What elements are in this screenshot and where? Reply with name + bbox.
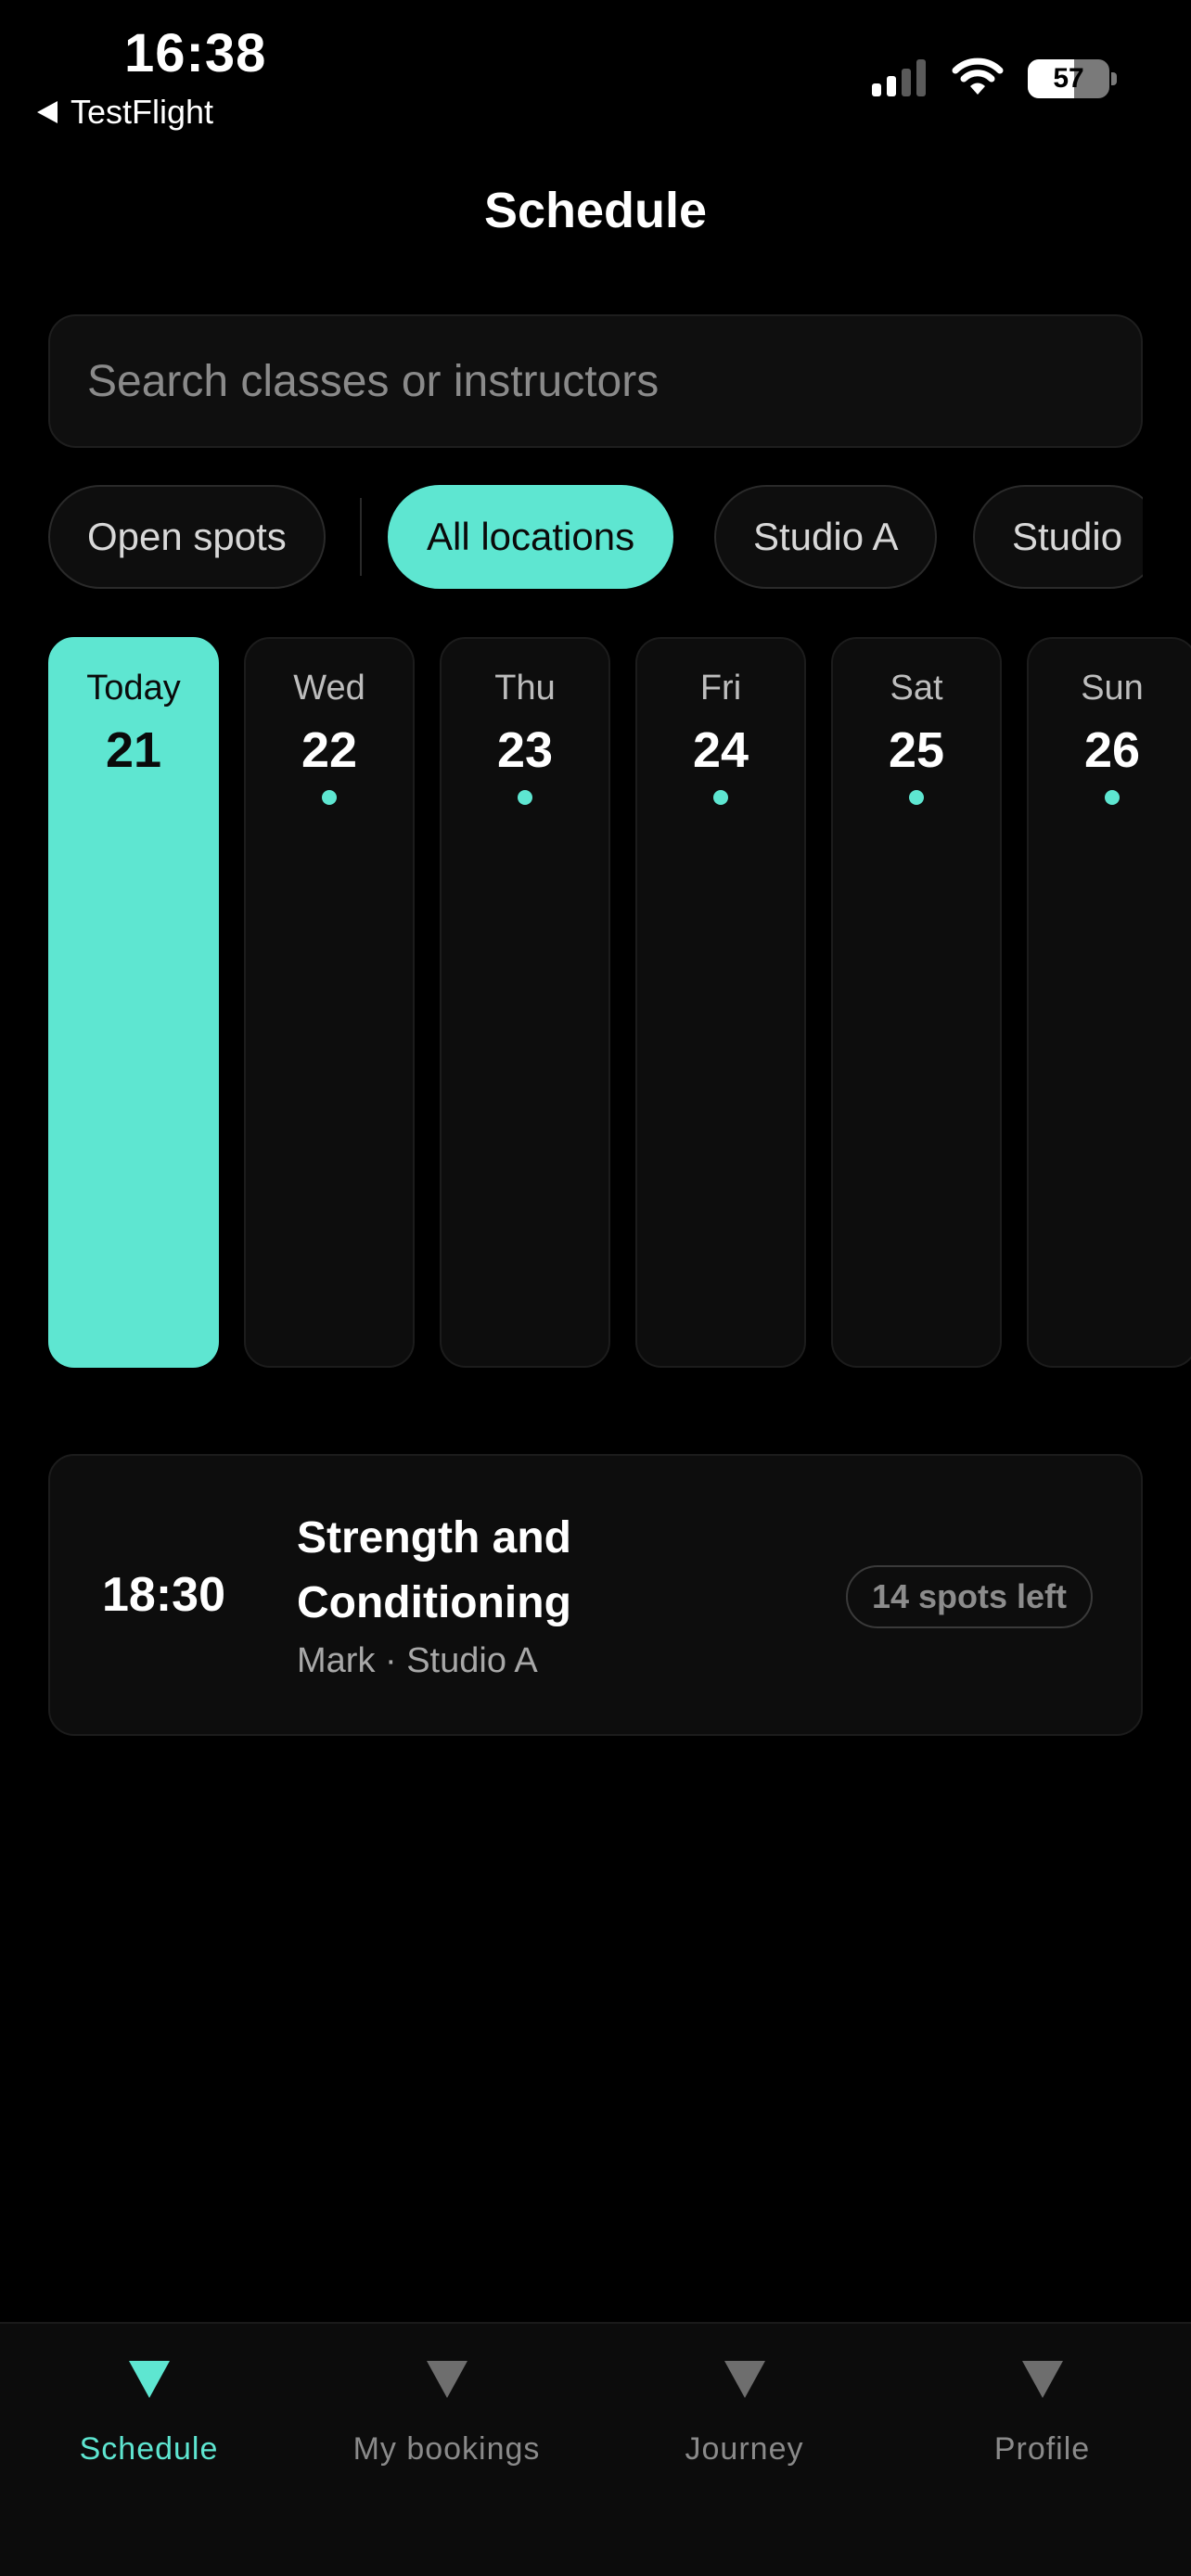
classes-dot-icon — [322, 790, 337, 805]
tab-schedule[interactable]: Schedule — [0, 2361, 298, 2468]
tab-label: Journey — [685, 2431, 804, 2467]
status-time: 16:38 — [124, 23, 267, 83]
journey-tab-icon — [724, 2361, 765, 2398]
classes-dot-icon — [518, 790, 532, 805]
day-sun[interactable]: Sun 26 — [1027, 637, 1191, 1368]
day-number: 22 — [301, 722, 358, 778]
battery-icon: 57 — [1028, 59, 1109, 98]
tab-label: Schedule — [79, 2431, 219, 2467]
wifi-icon — [952, 57, 1004, 95]
day-name: Wed — [293, 669, 365, 708]
filter-chips: Open spots All locations Studio A Studio — [48, 485, 1143, 589]
tab-label: Profile — [993, 2431, 1091, 2467]
day-number: 23 — [496, 722, 554, 778]
bookings-tab-icon — [426, 2361, 467, 2398]
day-name: Thu — [494, 669, 556, 708]
filter-studio[interactable]: Studio — [973, 485, 1143, 589]
classes-dot-icon — [909, 790, 924, 805]
battery-level: 57 — [1053, 63, 1084, 94]
day-today[interactable]: Today 21 — [48, 637, 219, 1368]
class-card[interactable]: 18:30 Strength and Conditioning Mark · S… — [48, 1454, 1143, 1736]
tab-label: My bookings — [352, 2431, 541, 2467]
day-name: Sun — [1081, 669, 1144, 708]
back-arrow-icon — [37, 101, 58, 123]
class-title: Strength and Conditioning — [297, 1513, 571, 1627]
cellular-signal-icon — [872, 59, 926, 96]
tab-profile[interactable]: Profile — [893, 2361, 1191, 2468]
day-picker: Today 21 Wed 22 Thu 23 Fri 24 Sat 25 Sun… — [48, 637, 1191, 1368]
day-sat[interactable]: Sat 25 — [831, 637, 1002, 1368]
day-name: Sat — [890, 669, 943, 708]
class-meta: Mark · Studio A — [297, 1641, 538, 1680]
filter-open-spots[interactable]: Open spots — [48, 485, 326, 589]
day-fri[interactable]: Fri 24 — [635, 637, 806, 1368]
search-input[interactable] — [87, 355, 1141, 407]
day-number: 26 — [1083, 722, 1141, 778]
profile-tab-icon — [1021, 2361, 1063, 2398]
day-thu[interactable]: Thu 23 — [440, 637, 610, 1368]
tab-bar: Schedule My bookings Journey Profile — [0, 2322, 1191, 2576]
back-to-testflight[interactable]: TestFlight — [37, 93, 213, 132]
filter-divider — [360, 498, 362, 576]
tab-journey[interactable]: Journey — [596, 2361, 893, 2468]
schedule-tab-icon — [128, 2361, 170, 2398]
filter-studio-a[interactable]: Studio A — [714, 485, 938, 589]
tab-my-bookings[interactable]: My bookings — [298, 2361, 596, 2468]
day-number: 25 — [888, 722, 945, 778]
day-number: 24 — [692, 722, 749, 778]
back-app-label: TestFlight — [70, 93, 214, 131]
day-wed[interactable]: Wed 22 — [244, 637, 415, 1368]
day-name: Fri — [699, 669, 742, 708]
class-time: 18:30 — [102, 1568, 225, 1622]
search-box[interactable] — [48, 314, 1143, 448]
day-name: Today — [86, 669, 181, 708]
day-number: 21 — [105, 722, 162, 778]
filter-all-locations[interactable]: All locations — [388, 485, 674, 589]
classes-dot-icon — [713, 790, 728, 805]
spots-left-badge: 14 spots left — [845, 1565, 1093, 1628]
classes-dot-icon — [1105, 790, 1120, 805]
page-title: Schedule — [483, 183, 708, 238]
